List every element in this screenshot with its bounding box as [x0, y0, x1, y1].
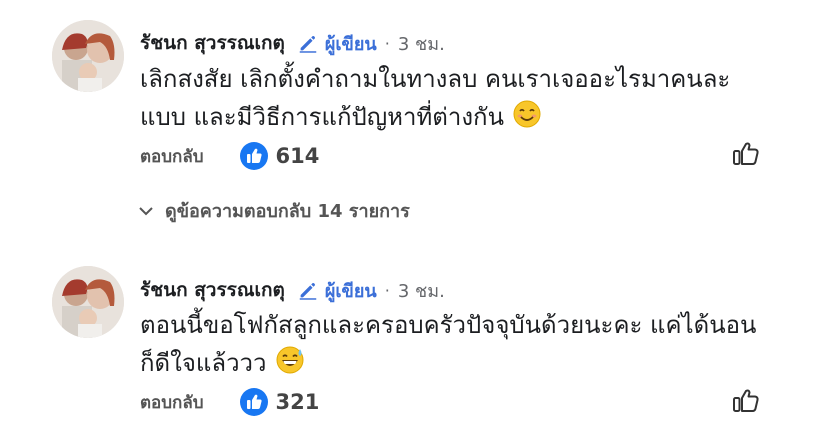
reply-button[interactable]: ตอบกลับ [140, 143, 204, 170]
comment-actions: ตอบกลับ 614 [140, 142, 319, 170]
comment-actions: ตอบกลับ 321 [140, 388, 319, 416]
author-name[interactable]: รัชนก สุวรรณเกตุ [140, 28, 285, 58]
pencil-icon [299, 35, 317, 53]
avatar[interactable] [52, 266, 124, 338]
view-replies-link[interactable]: ดูข้อความตอบกลับ 14 รายการ [137, 196, 410, 225]
comment-text: ตอนนี้ขอโฟกัสลูกและครอบครัวปัจจุบันด้วยน… [140, 306, 770, 386]
timestamp[interactable]: 3 ชม. [398, 276, 445, 305]
reply-button[interactable]: ตอบกลับ [140, 389, 204, 416]
grinning-sweat-face-icon [275, 345, 305, 386]
timestamp[interactable]: 3 ชม. [398, 29, 445, 58]
avatar[interactable] [52, 20, 124, 92]
separator-dot: · [384, 33, 390, 53]
like-reaction-icon [239, 142, 268, 170]
separator-dot: · [384, 280, 390, 300]
author-badge: ผู้เขียน [297, 276, 377, 305]
author-badge-label: ผู้เขียน [324, 280, 377, 302]
comment-text-content: ตอนนี้ขอโฟกัสลูกและครอบครัวปัจจุบันด้วยน… [140, 311, 757, 377]
view-replies-label: ดูข้อความตอบกลับ 14 รายการ [165, 201, 410, 222]
like-reaction-icon [239, 388, 268, 416]
author-badge: ผู้เขียน [297, 29, 377, 58]
like-count: 614 [275, 144, 320, 168]
author-name[interactable]: รัชนก สุวรรณเกตุ [140, 275, 285, 305]
like-button-icon[interactable] [731, 385, 761, 415]
comment-header: รัชนก สุวรรณเกตุ ผู้เขียน · 3 ชม. [140, 275, 445, 305]
comment-text-content: เลิกสงสัย เลิกตั้งคำถามในทางลบ คนเราเจออ… [140, 65, 731, 131]
like-button-icon[interactable] [731, 138, 761, 168]
smiling-face-icon [512, 99, 542, 140]
pencil-icon [299, 282, 317, 300]
comment-text: เลิกสงสัย เลิกตั้งคำถามในทางลบ คนเราเจออ… [140, 60, 770, 140]
chevron-down-icon [139, 206, 153, 215]
reaction-summary[interactable]: 321 [239, 388, 320, 416]
like-count: 321 [275, 390, 320, 414]
comment-header: รัชนก สุวรรณเกตุ ผู้เขียน · 3 ชม. [140, 28, 445, 58]
author-badge-label: ผู้เขียน [324, 33, 377, 55]
reaction-summary[interactable]: 614 [239, 142, 320, 170]
